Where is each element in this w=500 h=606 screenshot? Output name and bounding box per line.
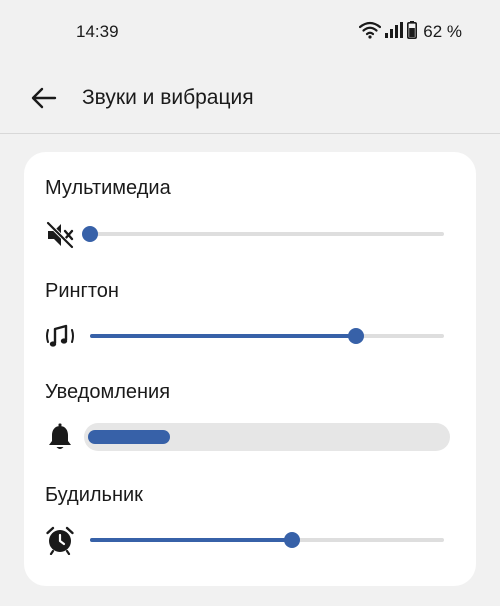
page-title: Звуки и вибрация	[82, 86, 254, 109]
slider-fill	[90, 538, 292, 542]
status-icons: 62 %	[359, 20, 462, 44]
signal-icon	[385, 21, 404, 43]
status-bar: 14:39 62 %	[0, 0, 500, 64]
ringtone-label: Рингтон	[45, 280, 119, 302]
wifi-icon	[359, 21, 382, 44]
alarm-volume-slider[interactable]	[90, 528, 444, 552]
ringtone-volume-slider[interactable]	[90, 324, 444, 348]
alarm-clock-icon	[44, 524, 76, 556]
volume-muted-icon	[44, 219, 76, 251]
slider-thumb[interactable]	[82, 226, 98, 242]
notifications-label: Уведомления	[45, 381, 171, 403]
volume-card: Мультимедиа Рингтон Уведомления Будильни…	[24, 152, 476, 586]
slider-thumb[interactable]	[347, 328, 364, 344]
back-button[interactable]	[24, 80, 64, 120]
notifications-volume-slider[interactable]	[84, 423, 450, 451]
alarm-label: Будильник	[45, 484, 143, 506]
slider-track	[90, 232, 444, 236]
media-volume-slider[interactable]	[82, 222, 444, 246]
slider-thumb[interactable]	[283, 532, 300, 548]
app-header: Звуки и вибрация	[0, 64, 500, 134]
arrow-left-icon	[31, 87, 57, 114]
media-label: Мультимедиа	[45, 177, 171, 199]
status-time: 14:39	[76, 22, 119, 41]
ringtone-icon	[44, 320, 76, 352]
slider-fill	[90, 334, 356, 338]
slider-fill	[88, 430, 171, 444]
bell-icon	[44, 421, 76, 453]
battery-icon	[407, 20, 418, 44]
battery-percent: 62 %	[423, 22, 462, 41]
